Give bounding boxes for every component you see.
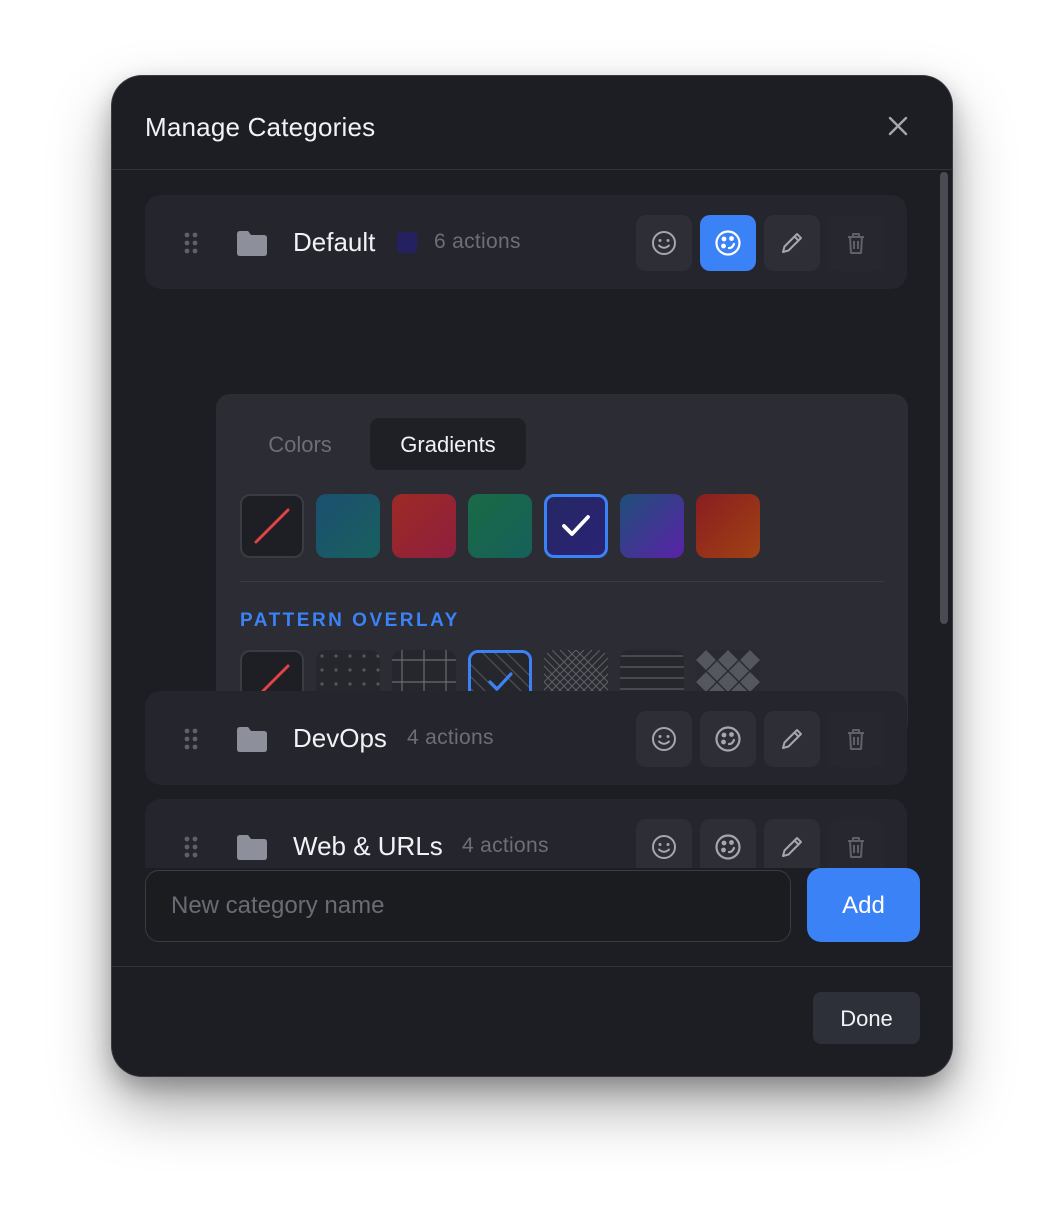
category-name: DevOps xyxy=(293,723,387,753)
tab-gradients[interactable]: Gradients xyxy=(370,418,526,470)
add-button[interactable]: Add xyxy=(807,868,920,942)
new-category-input[interactable] xyxy=(145,870,791,942)
footer-divider xyxy=(112,966,952,967)
delete-button[interactable] xyxy=(828,215,884,271)
pencil-icon xyxy=(782,729,802,749)
gradient-swatch-none[interactable] xyxy=(240,494,304,558)
dialog-title: Manage Categories xyxy=(145,112,376,142)
pencil-icon xyxy=(782,837,802,857)
rename-button[interactable] xyxy=(764,711,820,767)
color-palette-button[interactable] xyxy=(700,711,756,767)
appearance-picker: Colors Gradients PATTERN OVERLAY xyxy=(216,394,908,738)
dialog-header: Manage Categories xyxy=(112,76,952,170)
folder-icon xyxy=(237,727,267,752)
trash-icon xyxy=(848,729,864,750)
category-count: 6 actions xyxy=(434,230,521,253)
category-name: Web & URLs xyxy=(293,831,443,861)
gradient-swatch-red-orange[interactable] xyxy=(696,494,760,558)
emoji-button[interactable] xyxy=(636,215,692,271)
gradient-swatch-red-rose[interactable] xyxy=(392,494,456,558)
scrollbar-thumb[interactable] xyxy=(940,172,948,624)
category-count: 4 actions xyxy=(462,834,549,857)
drag-handle-icon[interactable] xyxy=(179,835,203,859)
category-list[interactable]: Default 6 actions Colors Gradients PATTE… xyxy=(112,171,952,868)
gradient-swatch-teal-blue[interactable] xyxy=(316,494,380,558)
trash-icon xyxy=(848,837,864,858)
color-palette-button[interactable] xyxy=(700,819,756,868)
category-count: 4 actions xyxy=(407,726,494,749)
close-button[interactable] xyxy=(882,110,914,142)
pencil-icon xyxy=(782,233,802,253)
drag-handle-icon[interactable] xyxy=(179,727,203,751)
done-button[interactable]: Done xyxy=(813,992,920,1044)
drag-handle-icon[interactable] xyxy=(179,231,203,255)
none-slash-icon xyxy=(254,508,290,544)
category-color-indicator xyxy=(397,232,417,253)
folder-icon xyxy=(237,231,267,256)
trash-icon xyxy=(848,233,864,254)
category-row-devops[interactable]: DevOps 4 actions xyxy=(145,691,907,785)
checkmark-icon xyxy=(562,515,590,536)
rename-button[interactable] xyxy=(764,819,820,868)
rename-button[interactable] xyxy=(764,215,820,271)
folder-icon xyxy=(237,835,267,860)
close-icon xyxy=(888,116,908,136)
emoji-button[interactable] xyxy=(636,819,692,868)
gradient-swatch-navy-indigo[interactable] xyxy=(544,494,608,558)
emoji-button[interactable] xyxy=(636,711,692,767)
palette-icon xyxy=(715,230,741,256)
emoji-icon xyxy=(652,835,676,859)
pattern-overlay-label: PATTERN OVERLAY xyxy=(240,610,460,631)
emoji-icon xyxy=(652,727,676,751)
tab-colors[interactable]: Colors xyxy=(240,418,360,470)
category-row-default[interactable]: Default 6 actions xyxy=(145,195,907,289)
manage-categories-dialog: Manage Categories Default 6 actions Colo… xyxy=(112,76,952,1076)
picker-divider xyxy=(240,581,884,582)
delete-button[interactable] xyxy=(828,711,884,767)
color-palette-button[interactable] xyxy=(700,215,756,271)
category-row-web-urls[interactable]: Web & URLs 4 actions xyxy=(145,799,907,868)
emoji-icon xyxy=(652,231,676,255)
category-name: Default xyxy=(293,227,376,257)
gradient-swatch-green-teal[interactable] xyxy=(468,494,532,558)
delete-button[interactable] xyxy=(828,819,884,868)
palette-icon xyxy=(715,834,741,860)
gradient-swatch-indigo-purple[interactable] xyxy=(620,494,684,558)
checkmark-icon xyxy=(488,672,513,691)
palette-icon xyxy=(715,726,741,752)
